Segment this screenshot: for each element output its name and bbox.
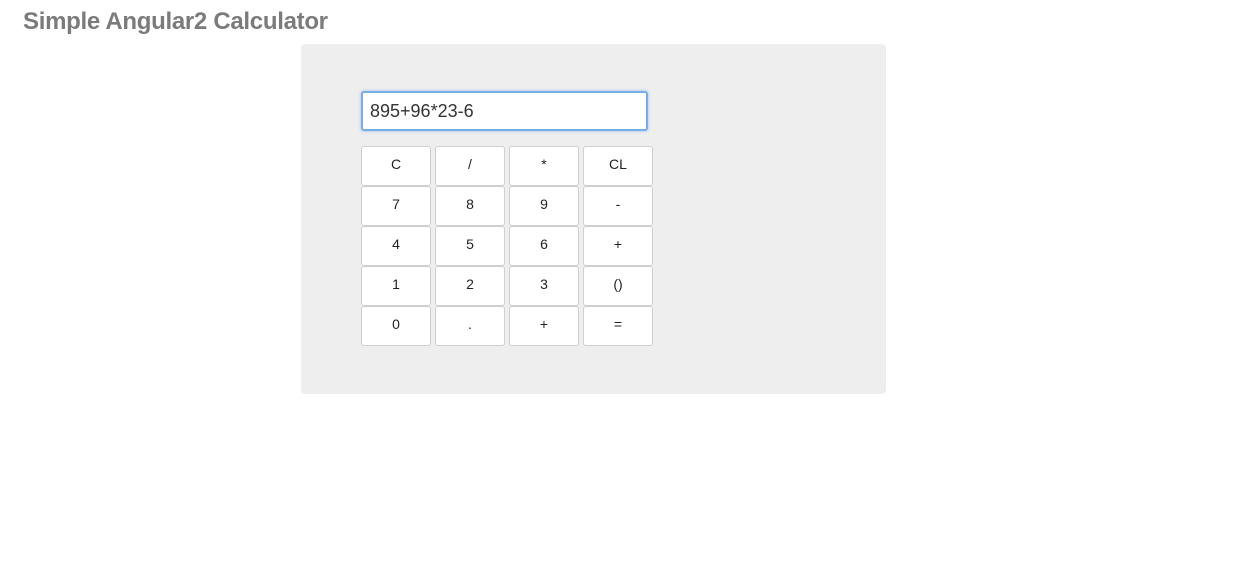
- multiply-button[interactable]: *: [509, 146, 579, 186]
- digit-0-button[interactable]: 0: [361, 306, 431, 346]
- calculator-keypad: C / * CL 7 8 9 - 4 5 6 + 1 2 3 () 0 . + …: [361, 146, 653, 346]
- digit-9-button[interactable]: 9: [509, 186, 579, 226]
- digit-6-button[interactable]: 6: [509, 226, 579, 266]
- calculator-panel: C / * CL 7 8 9 - 4 5 6 + 1 2 3 () 0 . + …: [301, 44, 886, 394]
- page-title: Simple Angular2 Calculator: [23, 8, 328, 35]
- digit-7-button[interactable]: 7: [361, 186, 431, 226]
- equals-button[interactable]: =: [583, 306, 653, 346]
- digit-8-button[interactable]: 8: [435, 186, 505, 226]
- add-button[interactable]: +: [583, 226, 653, 266]
- digit-5-button[interactable]: 5: [435, 226, 505, 266]
- clear-button[interactable]: C: [361, 146, 431, 186]
- subtract-button[interactable]: -: [583, 186, 653, 226]
- digit-3-button[interactable]: 3: [509, 266, 579, 306]
- digit-1-button[interactable]: 1: [361, 266, 431, 306]
- parentheses-button[interactable]: (): [583, 266, 653, 306]
- plus-button[interactable]: +: [509, 306, 579, 346]
- calculator-display-input[interactable]: [361, 91, 648, 131]
- clear-last-button[interactable]: CL: [583, 146, 653, 186]
- digit-2-button[interactable]: 2: [435, 266, 505, 306]
- decimal-button[interactable]: .: [435, 306, 505, 346]
- digit-4-button[interactable]: 4: [361, 226, 431, 266]
- divide-button[interactable]: /: [435, 146, 505, 186]
